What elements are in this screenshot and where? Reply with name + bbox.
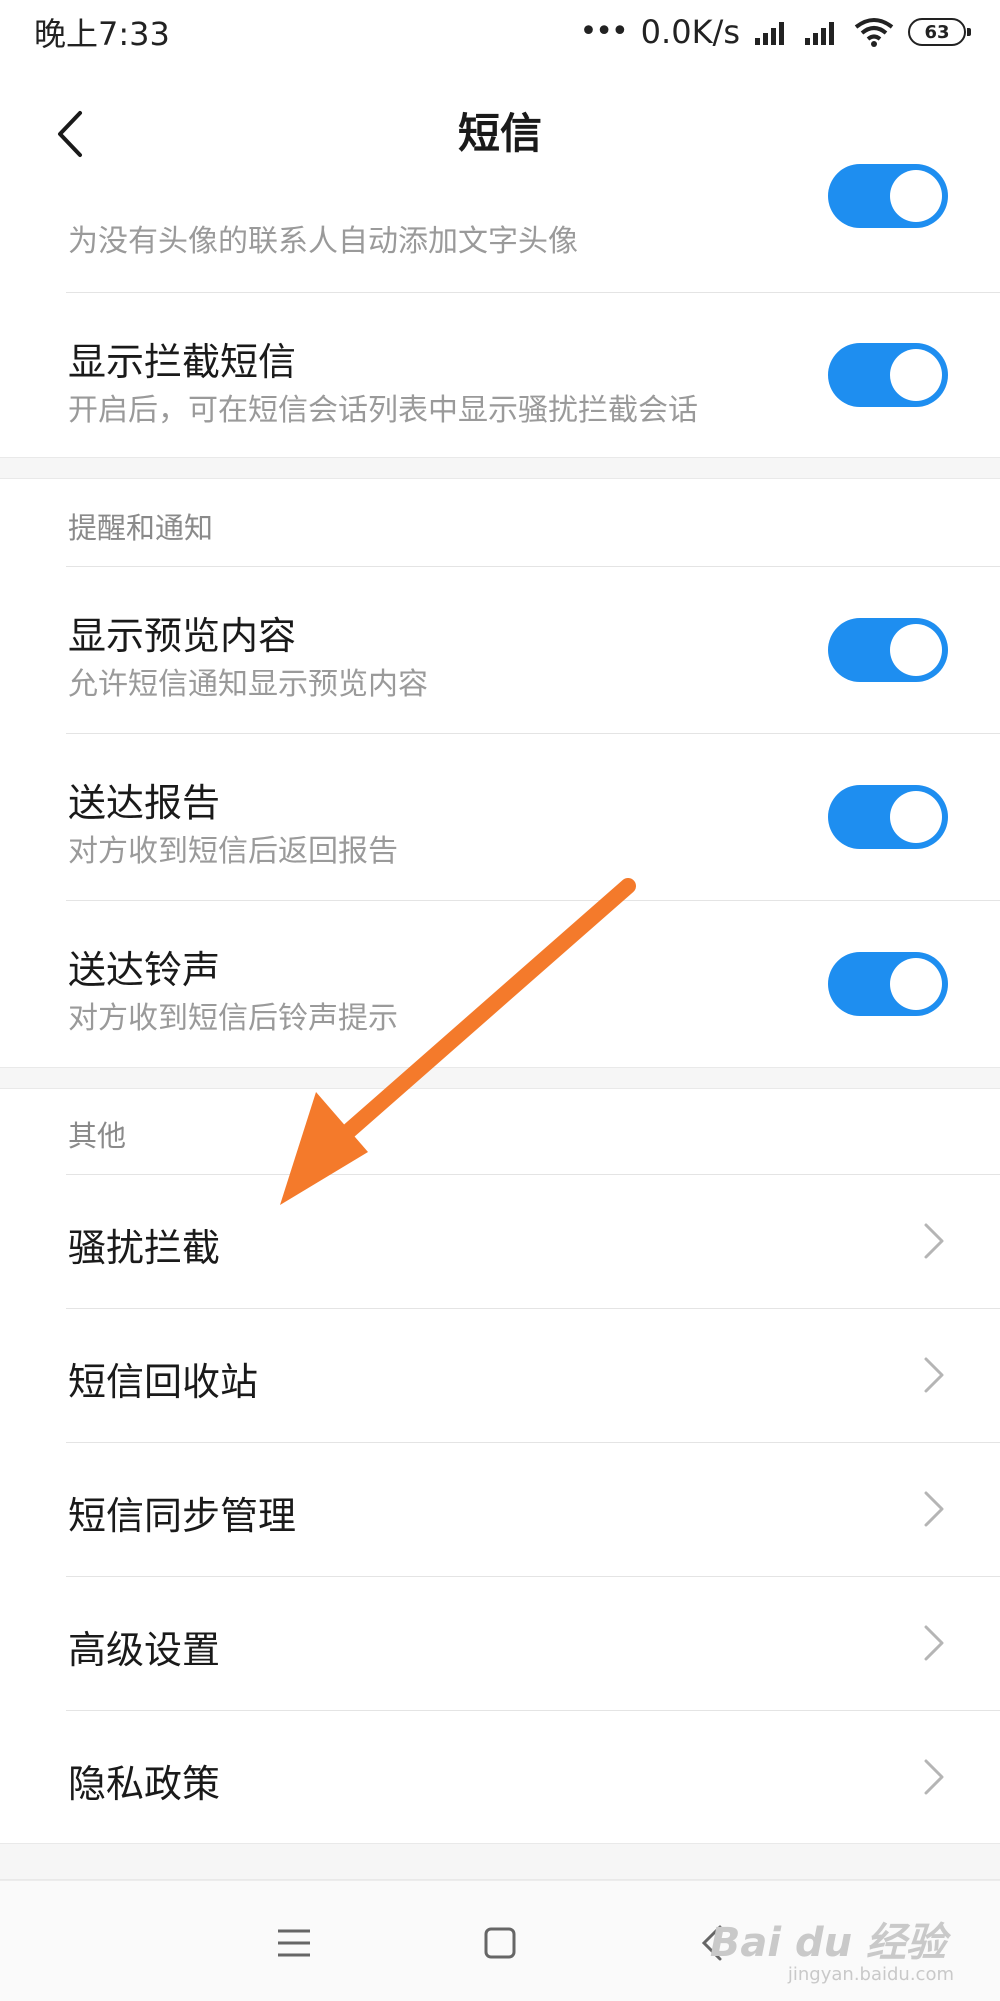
setting-delivery-report[interactable]: 送达报告 对方收到短信后返回报告 (0, 734, 1000, 900)
back-button[interactable] (54, 102, 118, 166)
setting-title: 显示预览内容 (68, 614, 297, 658)
menu-item-advanced-settings[interactable]: 高级设置 (0, 1577, 1000, 1710)
toggle-knob (890, 170, 942, 222)
home-icon[interactable] (476, 1919, 524, 1967)
delivery-report-toggle[interactable] (828, 785, 948, 849)
signal-icon (755, 22, 784, 45)
network-speed: 0.0K/s (640, 13, 740, 51)
menu-item-label: 高级设置 (68, 1628, 221, 1672)
setting-title: 送达铃声 (68, 948, 221, 992)
setting-subtitle: 允许短信通知显示预览内容 (68, 667, 428, 702)
more-dots-icon: ••• (579, 14, 629, 49)
section-label-other: 其他 (68, 1119, 127, 1153)
setting-show-blocked[interactable]: 显示拦截短信 开启后，可在短信会话列表中显示骚扰拦截会话 (0, 293, 1000, 457)
setting-subtitle: 开启后，可在短信会话列表中显示骚扰拦截会话 (68, 393, 698, 428)
section-label-notify: 提醒和通知 (68, 511, 214, 545)
chevron-left-icon (58, 111, 82, 157)
setting-subtitle: 对方收到短信后铃声提示 (68, 1001, 398, 1036)
menu-icon[interactable] (270, 1919, 318, 1967)
status-bar: 晚上7:33 ••• 0.0K/s 63 (0, 0, 1000, 64)
status-icons: ••• 0.0K/s 63 (579, 13, 971, 51)
menu-item-sync-management[interactable]: 短信同步管理 (0, 1443, 1000, 1576)
signal-icon-2 (805, 22, 834, 45)
status-time: 晚上7:33 (34, 15, 170, 53)
chevron-right-icon (924, 1491, 944, 1527)
watermark-logo: Bai du 经验 (709, 1920, 946, 1966)
menu-item-label: 短信回收站 (68, 1360, 259, 1404)
setting-title: 送达报告 (68, 781, 221, 825)
show-preview-toggle[interactable] (828, 618, 948, 682)
section-gap (0, 1843, 1000, 1880)
menu-item-label: 骚扰拦截 (68, 1226, 221, 1270)
chevron-right-icon (924, 1223, 944, 1259)
setting-subtitle: 对方收到短信后返回报告 (68, 834, 398, 869)
chevron-right-icon (924, 1357, 944, 1393)
show-blocked-toggle[interactable] (828, 343, 948, 407)
battery-level: 63 (924, 21, 950, 43)
menu-item-label: 短信同步管理 (68, 1494, 297, 1538)
setting-title: 显示拦截短信 (68, 340, 297, 384)
avatar-toggle[interactable] (828, 164, 948, 228)
section-gap (0, 1067, 1000, 1089)
chevron-right-icon (924, 1625, 944, 1661)
chevron-right-icon (924, 1759, 944, 1795)
setting-show-preview[interactable]: 显示预览内容 允许短信通知显示预览内容 (0, 567, 1000, 733)
watermark-url: jingyan.baidu.com (787, 1964, 954, 1985)
section-gap (0, 457, 1000, 479)
setting-subtitle: 为没有头像的联系人自动添加文字头像 (68, 224, 578, 259)
menu-item-harassment-block[interactable]: 骚扰拦截 (0, 1175, 1000, 1308)
delivery-ringtone-toggle[interactable] (828, 952, 948, 1016)
menu-item-label: 隐私政策 (68, 1762, 221, 1806)
wifi-icon (854, 18, 894, 47)
setting-delivery-ringtone[interactable]: 送达铃声 对方收到短信后铃声提示 (0, 901, 1000, 1067)
toggle-knob (890, 958, 942, 1010)
menu-item-recycle-bin[interactable]: 短信回收站 (0, 1309, 1000, 1442)
toggle-knob (890, 349, 942, 401)
setting-auto-avatar[interactable]: 为没有头像的联系人自动添加文字头像 (0, 164, 1000, 292)
menu-item-privacy-policy[interactable]: 隐私政策 (0, 1711, 1000, 1843)
toggle-knob (890, 791, 942, 843)
battery-icon: 63 (908, 18, 971, 46)
toggle-knob (890, 624, 942, 676)
